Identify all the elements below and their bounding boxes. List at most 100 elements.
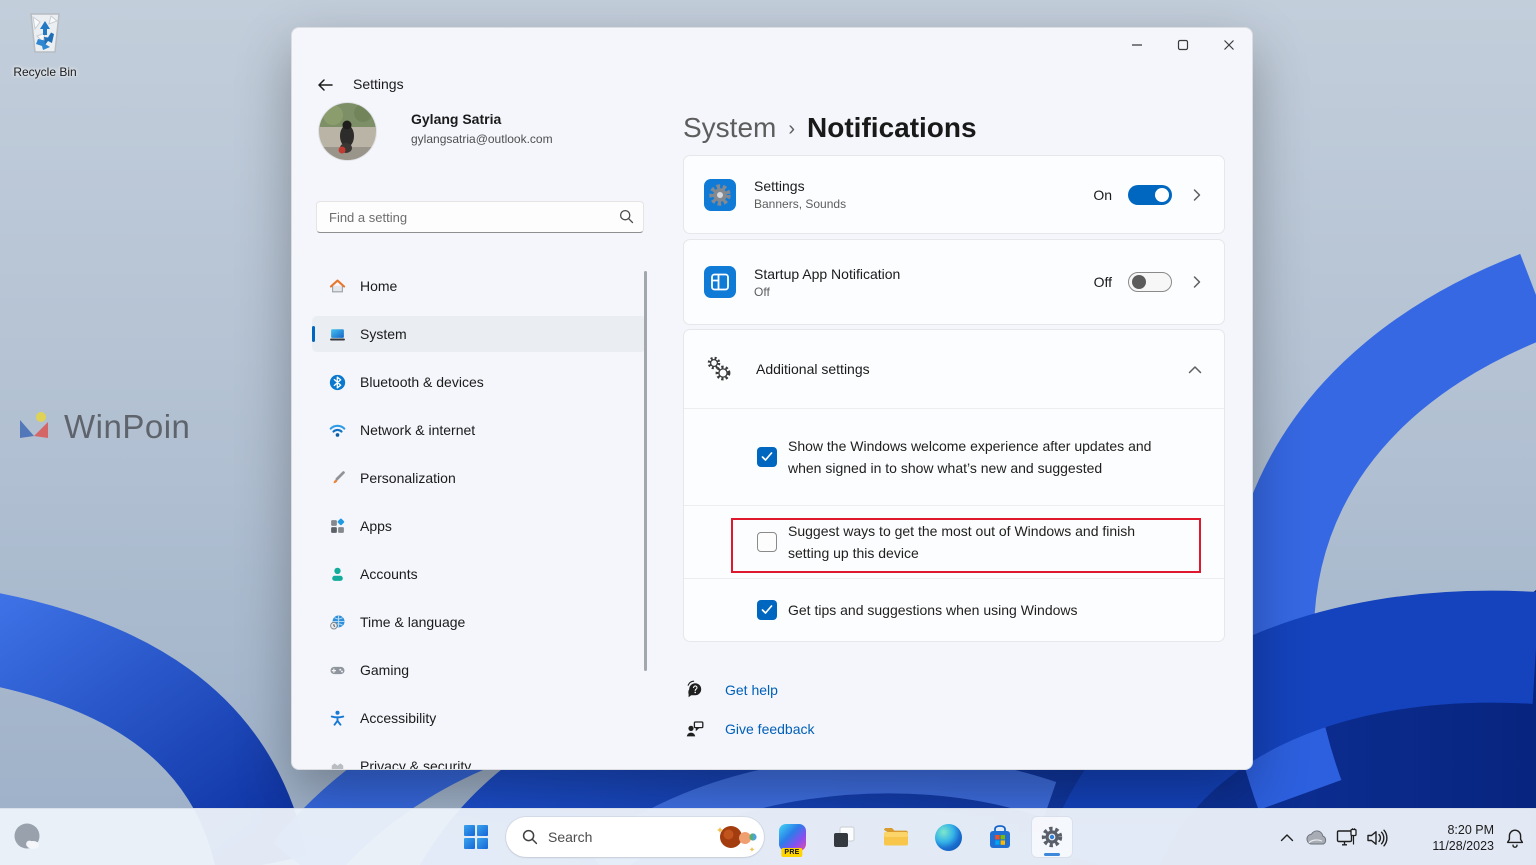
sidebar-scrollbar[interactable] xyxy=(644,271,647,671)
tray-date: 11/28/2023 xyxy=(1432,838,1494,853)
toggle-knob xyxy=(1155,187,1169,202)
startup-app-notification-card[interactable]: Startup App Notification Off Off xyxy=(683,239,1225,325)
notification-center-button[interactable] xyxy=(1500,828,1530,848)
taskbar-search-box[interactable]: Search xyxy=(506,817,764,857)
avatar[interactable] xyxy=(319,103,376,160)
sidebar-item-accounts[interactable]: Accounts xyxy=(312,556,646,592)
file-explorer-icon xyxy=(884,828,908,846)
gears-icon xyxy=(707,356,731,381)
find-setting-input[interactable] xyxy=(316,201,644,233)
settings-window: Settings Gylang Satria gylangsatria@outl… xyxy=(291,27,1253,770)
volume-tray-button[interactable] xyxy=(1362,829,1392,847)
sidebar-item-label: Personalization xyxy=(360,470,456,486)
checkbox-label: Show the Windows welcome experience afte… xyxy=(788,438,1152,476)
network-tray-button[interactable] xyxy=(1332,827,1362,848)
task-view-button[interactable] xyxy=(824,817,864,857)
settings-taskbar-button[interactable] xyxy=(1032,817,1072,857)
apps-icon xyxy=(328,517,346,535)
checkmark-icon xyxy=(761,605,773,614)
sidebar-item-gaming[interactable]: Gaming xyxy=(312,652,646,688)
sidebar-nav: Home System Bluetooth & devices Network … xyxy=(312,268,646,769)
settings-gear-icon xyxy=(1041,826,1063,848)
main-content: System › Notifications Settings Banners,… xyxy=(683,28,1225,769)
search-icon xyxy=(522,829,538,845)
paintbrush-icon xyxy=(328,469,346,487)
sidebar-item-time-language[interactable]: Time & language xyxy=(312,604,646,640)
tray-clock[interactable]: 8:20 PM 11/28/2023 xyxy=(1402,822,1494,854)
search-icon xyxy=(619,209,634,224)
windows-start-icon xyxy=(464,825,488,849)
sidebar-item-network[interactable]: Network & internet xyxy=(312,412,646,448)
toggle-state-label: On xyxy=(1093,186,1112,203)
copilot-icon: PRE xyxy=(778,823,806,857)
startup-app-icon xyxy=(704,266,736,298)
settings-notification-card[interactable]: Settings Banners, Sounds On xyxy=(683,155,1225,234)
sidebar-item-label: Apps xyxy=(360,518,392,534)
suggest-ways-checkbox[interactable] xyxy=(757,532,777,552)
sidebar-item-label: System xyxy=(360,326,407,342)
recycle-bin-icon xyxy=(30,13,60,53)
expander-label: Additional settings xyxy=(756,361,870,377)
breadcrumb: System › Notifications xyxy=(683,112,977,144)
welcome-experience-checkbox[interactable] xyxy=(757,447,777,467)
toggle-knob xyxy=(1132,275,1146,289)
breadcrumb-parent[interactable]: System xyxy=(683,112,776,144)
card-title: Startup App Notification xyxy=(754,265,901,282)
give-feedback-label: Give feedback xyxy=(725,721,815,737)
winpoin-watermark: WinPoin xyxy=(14,406,190,448)
start-button[interactable] xyxy=(456,817,496,857)
give-feedback-link[interactable]: Give feedback xyxy=(685,719,815,739)
checkmark-icon xyxy=(761,452,773,461)
wifi-icon xyxy=(328,421,346,439)
checkbox-label: Suggest ways to get the most out of Wind… xyxy=(788,523,1136,561)
chevron-up-icon xyxy=(1280,834,1294,842)
chevron-right-icon xyxy=(1193,188,1201,201)
card-subtitle: Banners, Sounds xyxy=(754,197,847,211)
system-icon xyxy=(328,325,346,343)
onedrive-tray-button[interactable] xyxy=(1302,830,1332,846)
additional-settings-expander[interactable]: Additional settings xyxy=(684,330,1224,409)
sidebar-item-personalization[interactable]: Personalization xyxy=(312,460,646,496)
sidebar-item-bluetooth[interactable]: Bluetooth & devices xyxy=(312,364,646,400)
get-help-link[interactable]: Get help xyxy=(685,680,778,700)
avatar-photo xyxy=(319,103,376,160)
sidebar-item-accessibility[interactable]: Accessibility xyxy=(312,700,646,736)
sidebar-item-label: Time & language xyxy=(360,614,466,630)
sidebar-item-home[interactable]: Home xyxy=(312,268,646,304)
speaker-icon xyxy=(1367,829,1388,846)
edge-icon xyxy=(934,823,962,851)
sidebar-item-privacy[interactable]: Privacy & security xyxy=(312,748,646,769)
selected-accent-bar xyxy=(312,326,315,342)
settings-notifications-toggle[interactable] xyxy=(1128,184,1172,205)
card-title: Settings xyxy=(754,178,805,194)
get-tips-checkbox[interactable] xyxy=(757,600,777,620)
chevron-up-icon xyxy=(1188,365,1202,373)
copilot-pre-badge: PRE xyxy=(781,847,803,857)
active-app-indicator xyxy=(1044,853,1060,856)
suggest-ways-row[interactable]: Suggest ways to get the most out of Wind… xyxy=(684,506,1224,579)
file-explorer-button[interactable] xyxy=(876,817,916,857)
bell-icon xyxy=(1506,829,1524,848)
sidebar-item-label: Network & internet xyxy=(360,422,476,438)
winpoin-watermark-text: WinPoin xyxy=(64,408,191,445)
additional-settings-group: Additional settings Show the Windows wel… xyxy=(683,329,1225,642)
chevron-right-icon xyxy=(1193,276,1201,288)
widgets-weather-icon[interactable] xyxy=(12,821,45,854)
checkbox-label: Get tips and suggestions when using Wind… xyxy=(788,602,1078,618)
copilot-button[interactable]: PRE xyxy=(772,817,812,857)
startup-notification-toggle[interactable] xyxy=(1128,272,1172,292)
sidebar-item-apps[interactable]: Apps xyxy=(312,508,646,544)
microsoft-store-button[interactable] xyxy=(980,817,1020,857)
tray-chevron-up-button[interactable] xyxy=(1272,833,1302,842)
sidebar-item-label: Bluetooth & devices xyxy=(360,374,484,390)
welcome-experience-row[interactable]: Show the Windows welcome experience afte… xyxy=(684,409,1224,506)
profile-name: Gylang Satria xyxy=(411,111,502,127)
recycle-bin-desktop-icon[interactable]: Recycle Bin xyxy=(10,8,80,79)
sidebar-item-system[interactable]: System xyxy=(312,316,646,352)
get-tips-row[interactable]: Get tips and suggestions when using Wind… xyxy=(684,579,1224,641)
edge-button[interactable] xyxy=(928,817,968,857)
globe-clock-icon xyxy=(328,613,346,631)
back-button[interactable] xyxy=(312,73,338,97)
toggle-state-label: Off xyxy=(1093,274,1112,290)
person-icon xyxy=(328,565,346,583)
